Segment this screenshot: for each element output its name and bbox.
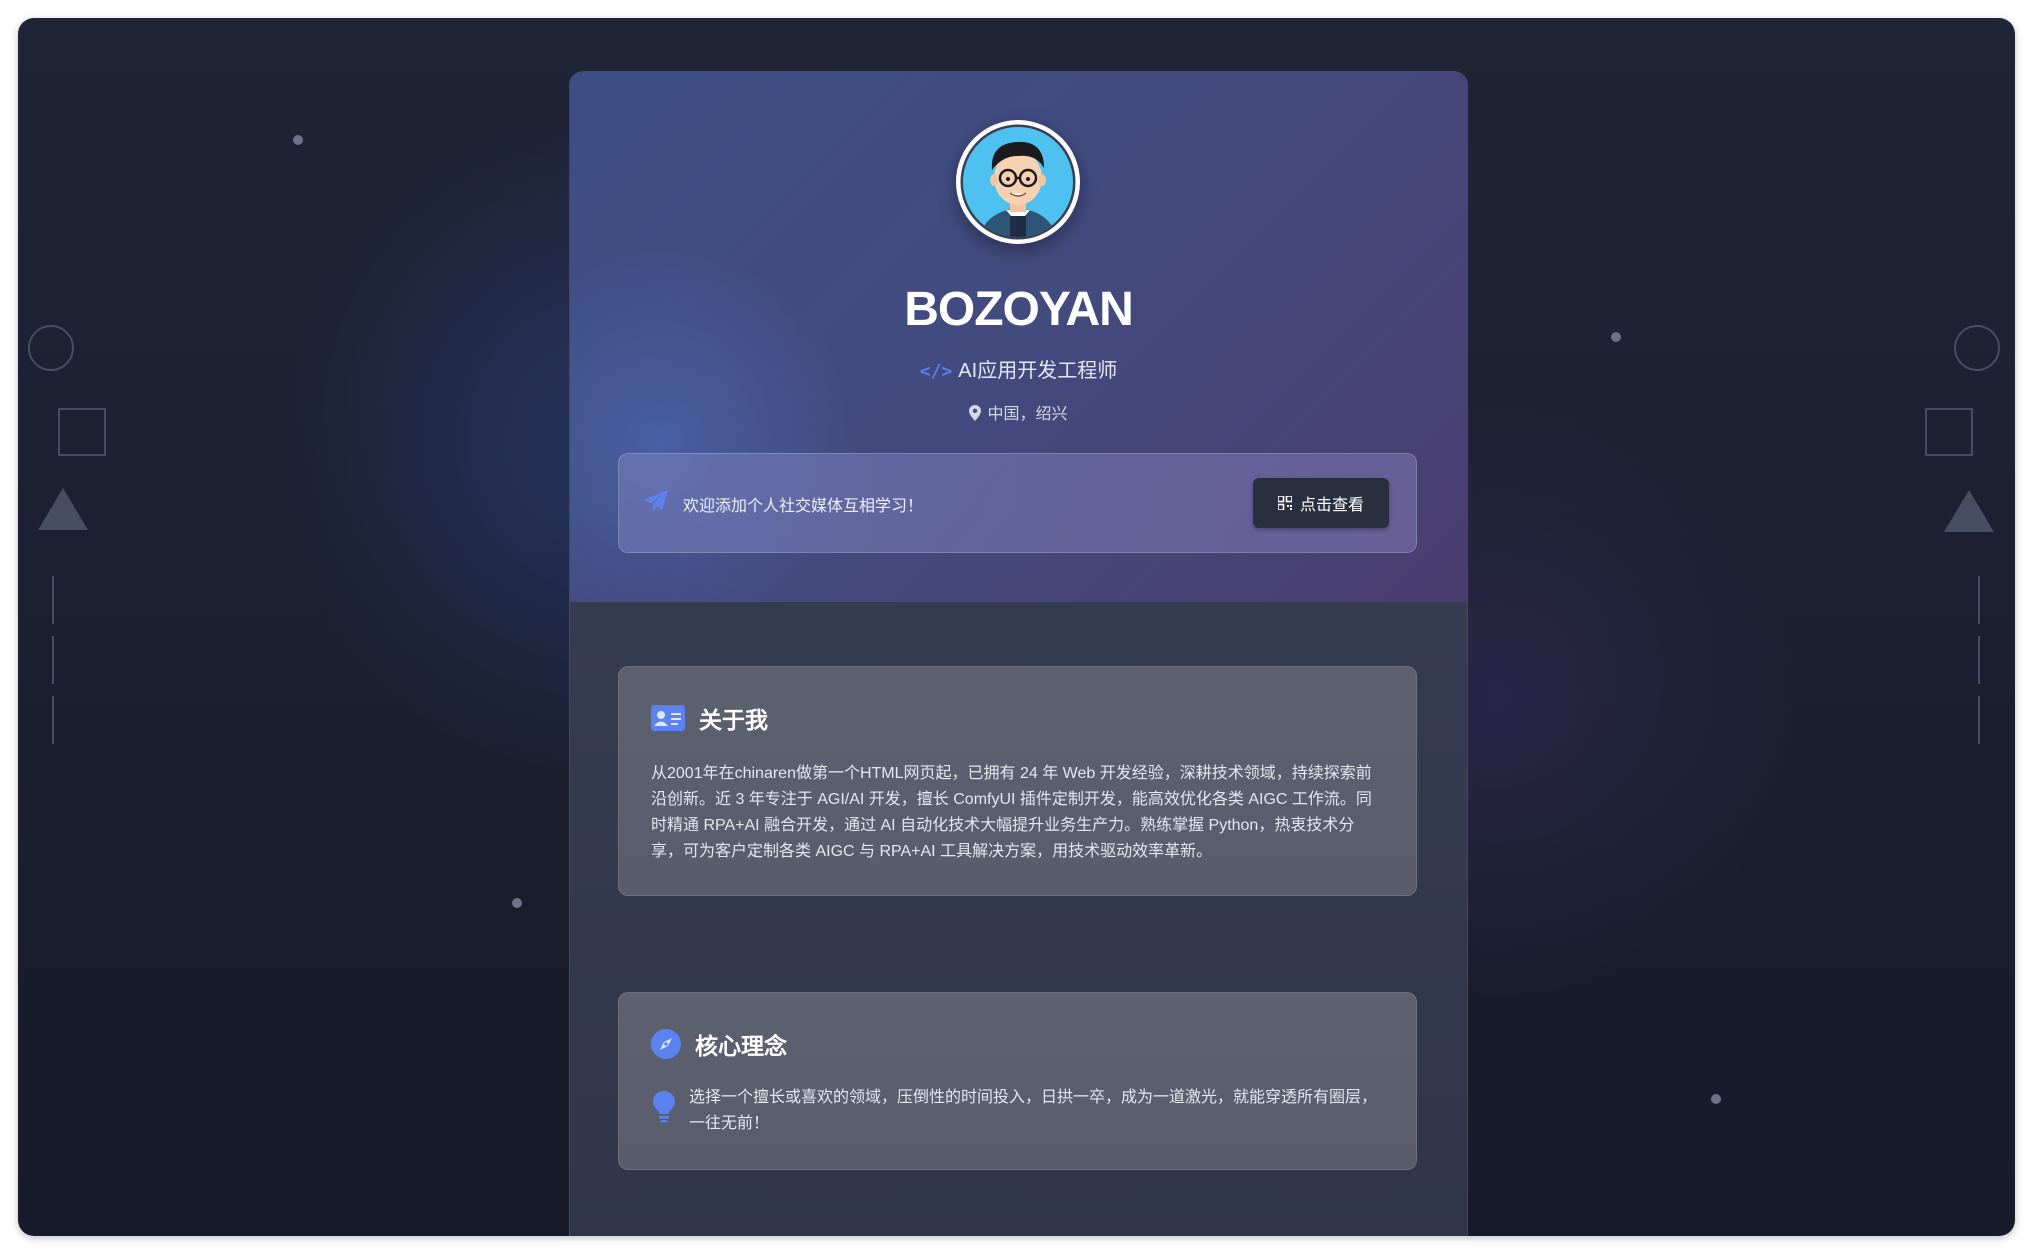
compass-icon [651,1029,681,1059]
id-card-icon [651,705,685,731]
decor-circle [28,325,74,371]
decor-line [52,696,54,744]
view-social-button[interactable]: 点击查看 [1253,478,1389,528]
qrcode-icon [1277,496,1292,510]
social-banner: 欢迎添加个人社交媒体互相学习！ 点击查看 [618,453,1417,553]
location-pin-icon [969,405,982,421]
paper-plane-icon [643,490,668,512]
about-section: 关于我 从2001年在chinaren做第一个HTML网页起，已拥有 24 年 … [618,666,1417,896]
decor-line [1978,636,1980,684]
profile-location: 中国，绍兴 [987,406,1068,423]
lightbulb-icon [653,1091,675,1123]
about-heading-row: 关于我 [651,701,768,735]
decor-dot [293,135,303,145]
decor-line [1978,696,1980,744]
about-text: 从2001年在chinaren做第一个HTML网页起，已拥有 24 年 Web … [651,765,1372,860]
decor-square [1925,408,1973,456]
core-heading-row: 核心理念 [651,1027,787,1061]
profile-location-row: 中国，绍兴 [570,400,1467,424]
decor-dot [1611,332,1621,342]
decor-line [1978,576,1980,624]
decor-circle [1954,325,2000,371]
decor-triangle [38,488,88,530]
profile-header: BOZOYAN </> AI应用开发工程师 中国，绍兴 欢迎添加个人社交媒体互相学… [570,72,1467,652]
avatar-cartoon-icon [959,123,1077,241]
decor-triangle [1944,490,1994,532]
decor-line [52,576,54,624]
core-section: 核心理念 选择一个擅长或喜欢的领域，压倒性的时间投入，日拱一卒，成为一道激光，就… [618,992,1417,1170]
view-social-button-label: 点击查看 [1299,497,1364,514]
core-heading: 核心理念 [695,1033,787,1059]
page-background: BOZOYAN </> AI应用开发工程师 中国，绍兴 欢迎添加个人社交媒体互相学… [18,18,2015,1236]
profile-title-row: </> AI应用开发工程师 [570,354,1467,383]
decor-line [52,636,54,684]
code-icon: </> [919,361,953,382]
profile-name: BOZOYAN [904,283,1134,336]
profile-card: BOZOYAN </> AI应用开发工程师 中国，绍兴 欢迎添加个人社交媒体互相学… [569,71,1468,1236]
banner-text: 欢迎添加个人社交媒体互相学习！ [683,498,924,515]
avatar [956,120,1080,244]
decor-dot [1711,1094,1721,1104]
decor-square [58,408,106,456]
decor-dot [512,898,522,908]
core-text: 选择一个擅长或喜欢的领域，压倒性的时间投入，日拱一卒，成为一道激光，就能穿透所有… [689,1089,1378,1132]
about-heading: 关于我 [699,707,768,733]
profile-title: AI应用开发工程师 [958,360,1118,382]
